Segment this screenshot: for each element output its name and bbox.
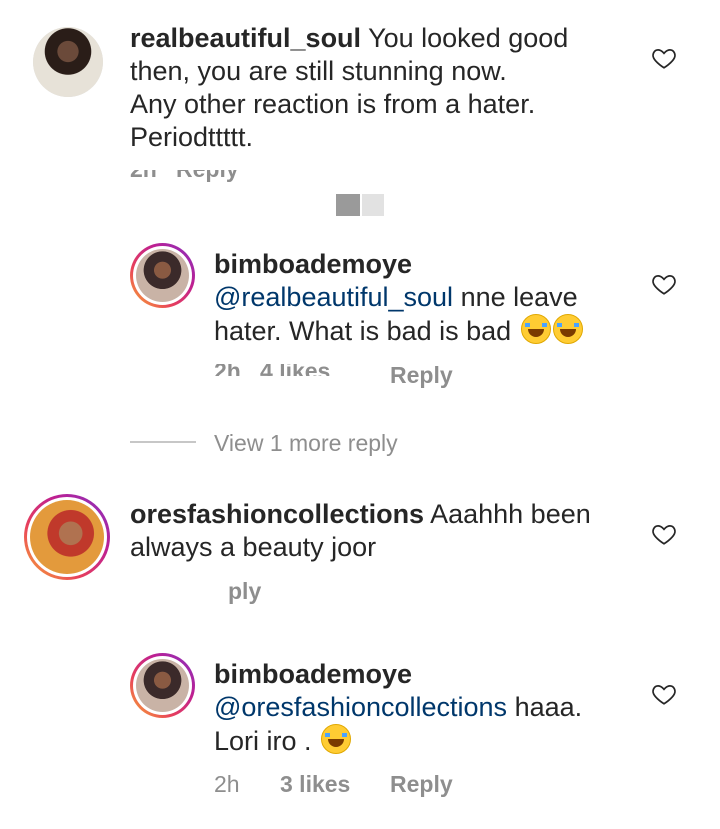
reply-button-partial[interactable]: ply <box>228 578 261 605</box>
comment-text: bimboademoye @realbeautiful_soul nne lea… <box>214 248 644 348</box>
avatar-photo <box>136 659 189 712</box>
comment-time: 2h <box>214 771 240 797</box>
comment-body-line: You looked good <box>368 23 569 53</box>
reply-button[interactable]: Reply <box>390 362 453 389</box>
heart-icon[interactable] <box>651 271 677 297</box>
comment-username[interactable]: realbeautiful_soul <box>130 23 361 53</box>
mention-link[interactable]: @realbeautiful_soul <box>214 282 453 312</box>
comment-body-line: Lori iro . <box>214 726 312 756</box>
comment-body: haaa. <box>507 692 583 722</box>
comment-text: realbeautiful_soul You looked good then,… <box>130 22 650 154</box>
comment-meta-cut: 2h 4 likes <box>214 364 354 376</box>
comment-username[interactable]: bimboademoye <box>214 659 412 689</box>
heart-icon[interactable] <box>651 45 677 71</box>
face-with-tears-of-joy-icon <box>552 314 583 344</box>
comment-text: oresfashioncollections Aaahhh been alway… <box>130 498 640 564</box>
comment-meta-cut: 2h Reply <box>130 170 280 182</box>
avatar[interactable] <box>33 27 103 97</box>
divider-line <box>130 441 196 443</box>
comment-username[interactable]: oresfashioncollections <box>130 499 424 529</box>
comment-body-line: Periodttttt. <box>130 122 254 152</box>
avatar[interactable] <box>24 494 110 580</box>
loading-indicator <box>336 194 360 216</box>
comment-body-line: then, you are still stunning now. <box>130 56 507 86</box>
loading-indicator <box>362 194 384 216</box>
avatar-photo <box>136 249 189 302</box>
comment-body-line: Any other reaction is from a hater. <box>130 89 536 119</box>
comment-body-line: always a beauty joor <box>130 532 377 562</box>
heart-icon[interactable] <box>651 681 677 707</box>
avatar-photo <box>30 500 104 574</box>
comment-username[interactable]: bimboademoye <box>214 249 412 279</box>
view-more-replies[interactable]: View 1 more reply <box>214 430 398 457</box>
avatar[interactable] <box>130 653 195 718</box>
face-with-tears-of-joy-icon <box>520 314 551 344</box>
comment-body: nne leave <box>453 282 578 312</box>
likes-count[interactable]: 3 likes <box>280 771 350 798</box>
comment-body: Aaahhh been <box>424 499 591 529</box>
comment-body-line: hater. What is bad is bad <box>214 316 512 346</box>
avatar-photo <box>33 27 103 97</box>
mention-link[interactable]: @oresfashioncollections <box>214 692 507 722</box>
avatar[interactable] <box>130 243 195 308</box>
heart-icon[interactable] <box>651 521 677 547</box>
face-with-tears-of-joy-icon <box>321 724 352 754</box>
comment-text: bimboademoye @oresfashioncollections haa… <box>214 658 644 758</box>
reply-button[interactable]: Reply <box>390 771 453 798</box>
